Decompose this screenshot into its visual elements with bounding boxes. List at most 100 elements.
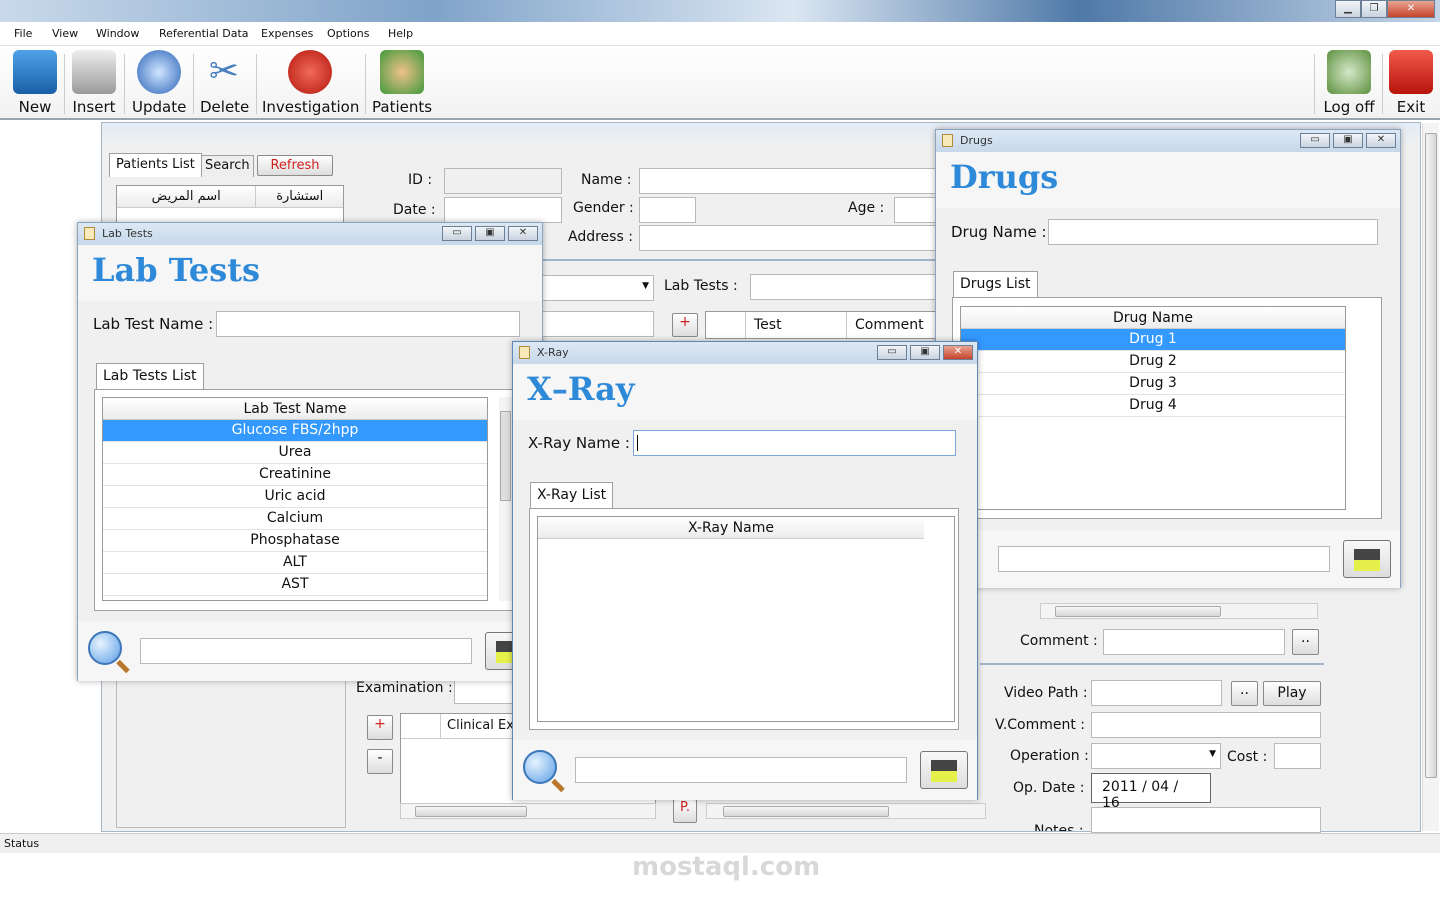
address-field[interactable] xyxy=(639,225,939,251)
lab-field[interactable] xyxy=(542,311,654,337)
vcomment-field[interactable] xyxy=(1091,712,1321,738)
investigation-label: Investigation xyxy=(262,98,360,116)
op-date-picker[interactable]: 2011 / 04 / 16 xyxy=(1091,773,1211,811)
print-button[interactable] xyxy=(920,751,968,789)
vertical-scrollbar[interactable] xyxy=(499,397,513,601)
xray-search-field[interactable] xyxy=(575,757,907,783)
video-path-field[interactable] xyxy=(1091,680,1222,706)
notes-field[interactable] xyxy=(1091,807,1321,833)
minimize-button[interactable]: ▭ xyxy=(1300,133,1330,148)
date-field[interactable] xyxy=(444,197,562,223)
comment-field[interactable] xyxy=(1103,629,1285,655)
close-button[interactable]: ✕ xyxy=(1387,0,1435,18)
play-button[interactable]: Play xyxy=(1263,681,1321,706)
list-item[interactable]: Glucose FBS/2hpp xyxy=(103,420,487,442)
drugs-list[interactable]: Drug Name Drug 1 Drug 2 Drug 3 Drug 4 xyxy=(960,306,1346,510)
p-button[interactable]: P. xyxy=(673,799,697,823)
menu-referential-data[interactable]: Referential Data xyxy=(159,27,249,40)
lab-tests-list[interactable]: Lab Test Name Glucose FBS/2hpp Urea Creati… xyxy=(102,397,488,601)
investigation-button[interactable]: Investigation xyxy=(262,50,360,116)
horizontal-scrollbar[interactable] xyxy=(706,803,986,819)
add-exam-button[interactable]: + xyxy=(367,715,393,740)
tab-xray-list[interactable]: X-Ray List xyxy=(530,482,614,508)
tab-search[interactable]: Search xyxy=(201,155,254,177)
lab-test-search-field[interactable] xyxy=(140,638,472,664)
patients-table[interactable]: اسم المريض استشارة xyxy=(116,185,344,225)
id-field[interactable] xyxy=(444,168,562,194)
column-test[interactable]: Test xyxy=(746,312,846,338)
lab-tests-grid[interactable]: Test Comment xyxy=(705,311,940,339)
list-item[interactable]: Calcium xyxy=(103,508,487,530)
add-lab-test-button[interactable]: + xyxy=(672,313,698,337)
new-button[interactable]: New xyxy=(10,50,60,116)
vertical-scrollbar[interactable] xyxy=(1422,123,1439,831)
comment-browse-button[interactable]: .. xyxy=(1292,629,1319,655)
xray-name-field[interactable] xyxy=(633,430,956,456)
list-item[interactable]: AST xyxy=(103,574,487,596)
menu-options[interactable]: Options xyxy=(327,27,369,40)
maximize-button[interactable]: ▣ xyxy=(475,226,505,241)
operation-dropdown[interactable]: ▼ xyxy=(1091,743,1221,769)
column-comment[interactable]: Comment xyxy=(846,312,924,338)
delete-button[interactable]: ✂ Delete xyxy=(200,50,249,116)
video-browse-button[interactable]: .. xyxy=(1231,681,1258,706)
maximize-button[interactable]: ▣ xyxy=(910,345,940,360)
list-item[interactable]: Drug 1 xyxy=(961,329,1345,351)
list-item[interactable]: Uric acid xyxy=(103,486,487,508)
tab-drugs-list[interactable]: Drugs List xyxy=(953,271,1038,297)
list-item[interactable]: Urea xyxy=(103,442,487,464)
drug-search-field[interactable] xyxy=(998,546,1330,572)
remove-exam-button[interactable]: - xyxy=(367,749,393,774)
list-item[interactable]: Drug 4 xyxy=(961,395,1345,417)
column-consultation[interactable]: استشارة xyxy=(255,186,343,207)
refresh-button[interactable]: Refresh xyxy=(257,155,333,176)
name-field[interactable] xyxy=(639,168,939,194)
search-icon[interactable] xyxy=(523,750,557,784)
column-xray-name[interactable]: X-Ray Name xyxy=(538,517,924,539)
insert-button[interactable]: Insert xyxy=(70,50,118,116)
menu-window[interactable]: Window xyxy=(96,27,139,40)
logoff-button[interactable]: Log off xyxy=(1320,50,1378,116)
column-patient-name[interactable]: اسم المريض xyxy=(117,186,255,207)
minimize-button[interactable]: ▭ xyxy=(442,226,472,241)
column-drug-name[interactable]: Drug Name xyxy=(961,307,1345,329)
xray-list[interactable]: X-Ray Name xyxy=(537,516,955,722)
search-icon[interactable] xyxy=(88,631,122,665)
menu-help[interactable]: Help xyxy=(388,27,413,40)
drug-name-field[interactable] xyxy=(1048,219,1378,245)
list-item[interactable]: Creatinine xyxy=(103,464,487,486)
lab-test-name-field[interactable] xyxy=(216,311,520,337)
maximize-button[interactable]: ❐ xyxy=(1361,0,1387,18)
list-item[interactable]: Drug 2 xyxy=(961,351,1345,373)
horizontal-scrollbar[interactable] xyxy=(400,803,656,819)
menu-view[interactable]: View xyxy=(52,27,78,40)
column-lab-test-name[interactable]: Lab Test Name xyxy=(103,398,487,420)
close-button[interactable]: ✕ xyxy=(508,226,538,241)
list-item[interactable]: ALT xyxy=(103,552,487,574)
exit-button[interactable]: Exit xyxy=(1388,50,1434,116)
examination-field[interactable] xyxy=(454,678,514,704)
list-item[interactable]: Phosphatase xyxy=(103,530,487,552)
close-button[interactable]: ✕ xyxy=(943,345,973,360)
menu-expenses[interactable]: Expenses xyxy=(261,27,313,40)
maximize-button[interactable]: ▣ xyxy=(1333,133,1363,148)
age-field[interactable] xyxy=(894,197,939,223)
update-button[interactable]: Update xyxy=(132,50,186,116)
column-clinical-exam[interactable]: Clinical Exa xyxy=(441,714,522,738)
tab-lab-tests-list[interactable]: Lab Tests List xyxy=(96,363,204,389)
print-button[interactable] xyxy=(1343,540,1391,578)
lab-type-dropdown[interactable]: ▼ xyxy=(542,275,654,301)
horizontal-scrollbar[interactable] xyxy=(1040,603,1318,619)
operation-label: Operation : xyxy=(1010,748,1089,764)
tab-patients-list[interactable]: Patients List xyxy=(109,153,202,177)
cost-field[interactable] xyxy=(1274,743,1321,769)
patients-button[interactable]: Patients xyxy=(372,50,432,116)
minimize-button[interactable]: ▁ xyxy=(1335,0,1361,18)
minimize-button[interactable]: ▭ xyxy=(877,345,907,360)
list-item[interactable]: Drug 3 xyxy=(961,373,1345,395)
lab-tests-field[interactable] xyxy=(750,274,940,300)
gender-field[interactable] xyxy=(639,197,696,223)
close-button[interactable]: ✕ xyxy=(1366,133,1396,148)
menu-file[interactable]: File xyxy=(14,27,32,40)
drugs-window: Drugs ▭ ▣ ✕ Drugs Drug Name : Drugs List… xyxy=(935,129,1401,588)
